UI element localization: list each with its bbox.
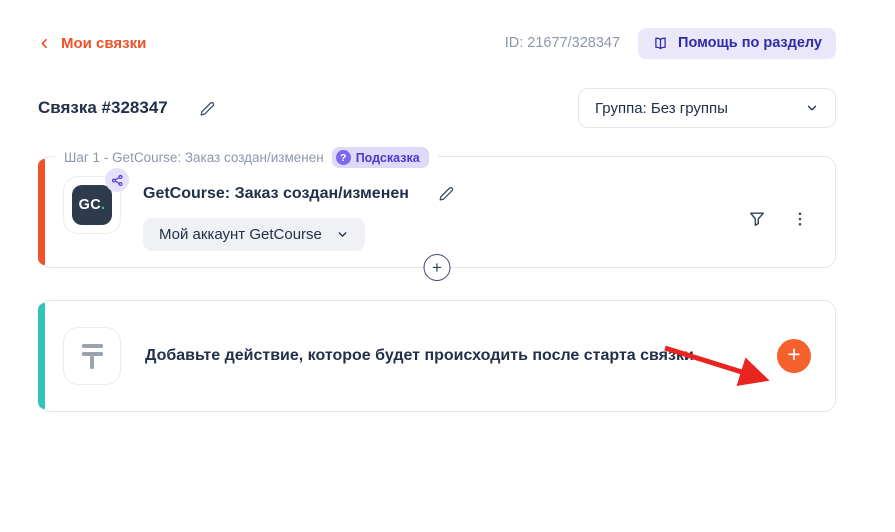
step1-title-row: GetCourse: Заказ создан/изменен bbox=[143, 182, 458, 205]
step1-actions bbox=[745, 207, 811, 231]
add-action-button[interactable]: + bbox=[777, 339, 811, 373]
top-bar: Мои связки ID: 21677/328347 Помощь по ра… bbox=[38, 28, 836, 58]
action-placeholder-text: Добавьте действие, которое будет происхо… bbox=[145, 347, 694, 365]
t-glyph-cross-bar bbox=[82, 352, 103, 356]
back-link-label: Мои связки bbox=[61, 35, 146, 52]
back-link[interactable]: Мои связки bbox=[38, 35, 146, 52]
getcourse-logo-text: GC bbox=[79, 197, 101, 213]
step1-content: GC. GetCourse: Заказ создан/изменен bbox=[39, 157, 835, 267]
step1-legend-label: Шаг 1 - GetCourse: Заказ создан/изменен bbox=[64, 150, 324, 165]
connection-id-label: ID: 21677/328347 bbox=[505, 35, 620, 51]
connected-nodes-icon bbox=[111, 174, 124, 187]
more-menu-button[interactable] bbox=[789, 208, 811, 230]
t-glyph-top-bar bbox=[82, 344, 103, 348]
step1-main: GetCourse: Заказ создан/изменен Мой акка… bbox=[143, 176, 458, 251]
kebab-menu-icon bbox=[791, 210, 809, 228]
chevron-down-icon bbox=[336, 228, 349, 241]
back-chevron-icon bbox=[38, 37, 51, 50]
help-button[interactable]: Помощь по разделу bbox=[638, 28, 836, 59]
page-container: Мои связки ID: 21677/328347 Помощь по ра… bbox=[38, 28, 836, 412]
step1-title: GetCourse: Заказ создан/изменен bbox=[143, 185, 409, 203]
heading-row: Связка #328347 Группа: Без группы bbox=[38, 88, 836, 128]
hint-badge-label: Подсказка bbox=[356, 151, 420, 165]
step1-card: Шаг 1 - GetCourse: Заказ создан/изменен … bbox=[38, 156, 836, 268]
integration-badge bbox=[105, 168, 129, 192]
group-select-value: Группа: Без группы bbox=[595, 100, 728, 117]
account-select[interactable]: Мой аккаунт GetCourse bbox=[143, 218, 365, 251]
getcourse-app-icon: GC. bbox=[63, 176, 121, 234]
plus-icon: + bbox=[432, 259, 442, 276]
account-select-value: Мой аккаунт GetCourse bbox=[159, 226, 322, 243]
top-bar-right: ID: 21677/328347 Помощь по разделу bbox=[505, 28, 836, 59]
page-title: Связка #328347 bbox=[38, 98, 168, 118]
step1-legend: Шаг 1 - GetCourse: Заказ создан/изменен … bbox=[55, 147, 438, 168]
pencil-icon bbox=[198, 99, 217, 118]
hint-badge[interactable]: ? Подсказка bbox=[332, 147, 429, 168]
getcourse-logo: GC. bbox=[72, 185, 112, 225]
action-placeholder-card: Добавьте действие, которое будет происхо… bbox=[38, 300, 836, 412]
pencil-icon bbox=[437, 184, 456, 203]
heading-left: Связка #328347 bbox=[38, 97, 219, 120]
filter-funnel-icon bbox=[747, 209, 767, 229]
chevron-down-icon bbox=[805, 101, 819, 115]
action-placeholder-icon bbox=[63, 327, 121, 385]
insert-step-button[interactable]: + bbox=[424, 254, 451, 281]
group-select[interactable]: Группа: Без группы bbox=[578, 88, 836, 128]
filter-button[interactable] bbox=[745, 207, 769, 231]
step1-accent-bar bbox=[38, 159, 45, 265]
getcourse-logo-dot: . bbox=[101, 197, 105, 213]
plus-icon: + bbox=[787, 343, 800, 366]
question-icon: ? bbox=[336, 150, 351, 165]
action-accent-bar bbox=[38, 303, 45, 409]
edit-step-button[interactable] bbox=[435, 182, 458, 205]
book-icon bbox=[652, 35, 669, 52]
edit-title-button[interactable] bbox=[196, 97, 219, 120]
help-button-label: Помощь по разделу bbox=[678, 35, 822, 51]
t-glyph-stem bbox=[90, 356, 94, 369]
